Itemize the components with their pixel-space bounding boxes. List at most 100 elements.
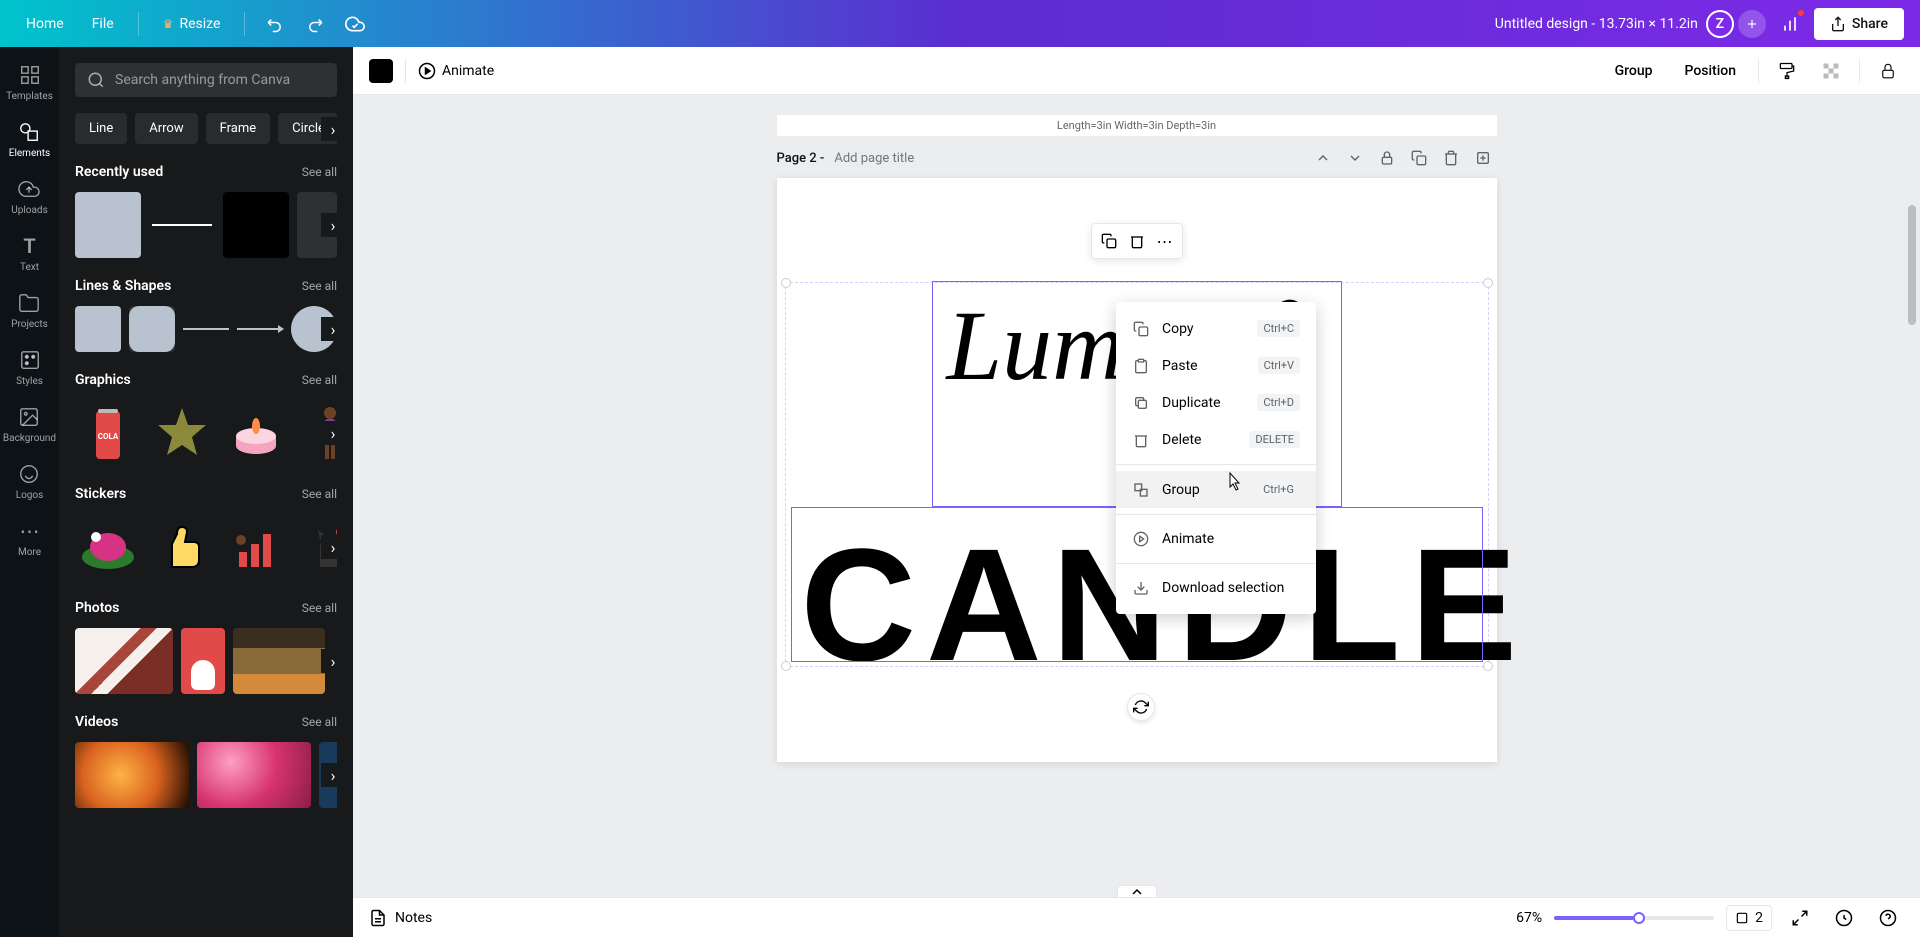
zoom-thumb[interactable] bbox=[1633, 912, 1645, 924]
video-thumb[interactable] bbox=[75, 742, 189, 808]
see-all-link[interactable]: See all bbox=[302, 165, 337, 179]
see-all-link[interactable]: See all bbox=[302, 373, 337, 387]
resize-button[interactable]: ♛ Resize bbox=[153, 8, 231, 40]
photo-thumb[interactable] bbox=[233, 628, 325, 694]
rail-text[interactable]: T Text bbox=[18, 234, 42, 273]
animate-button[interactable]: Animate bbox=[418, 62, 494, 80]
fullscreen-button[interactable] bbox=[1784, 902, 1816, 934]
position-button[interactable]: Position bbox=[1674, 57, 1746, 85]
present-button[interactable] bbox=[1828, 902, 1860, 934]
ctx-paste[interactable]: Paste Ctrl+V bbox=[1116, 347, 1316, 384]
notes-button[interactable]: Notes bbox=[369, 909, 432, 927]
chip-frame[interactable]: Frame bbox=[206, 113, 271, 144]
page-indicator[interactable]: 2 bbox=[1726, 905, 1772, 931]
rail-templates[interactable]: Templates bbox=[6, 63, 53, 102]
top-bar: Home File ♛ Resize Untitled design - 13.… bbox=[0, 0, 1920, 47]
copy-style-button[interactable] bbox=[1771, 55, 1803, 87]
page-lock-button[interactable] bbox=[1373, 144, 1401, 172]
zoom-value[interactable]: 67% bbox=[1516, 910, 1542, 926]
rail-projects[interactable]: Projects bbox=[11, 291, 48, 330]
page-panel-expand[interactable] bbox=[1117, 885, 1157, 897]
graphic-cola-can[interactable]: COLA bbox=[75, 400, 141, 466]
ctx-group[interactable]: Group Ctrl+G bbox=[1116, 471, 1316, 508]
video-thumb[interactable] bbox=[197, 742, 311, 808]
page-up-button[interactable] bbox=[1309, 144, 1337, 172]
photo-thumb[interactable] bbox=[75, 628, 173, 694]
search-box[interactable] bbox=[75, 63, 337, 97]
page-duplicate-button[interactable] bbox=[1405, 144, 1433, 172]
rail-logos[interactable]: Logos bbox=[16, 462, 44, 501]
graphic-star[interactable] bbox=[149, 400, 215, 466]
row-scroll-right[interactable]: › bbox=[321, 421, 337, 445]
dimensions-text: Length=3in Width=3in Depth=3in bbox=[777, 115, 1497, 136]
row-scroll-right[interactable]: › bbox=[321, 535, 337, 559]
page-down-button[interactable] bbox=[1341, 144, 1369, 172]
ctx-duplicate[interactable]: Duplicate Ctrl+D bbox=[1116, 384, 1316, 421]
page-add-button[interactable] bbox=[1469, 144, 1497, 172]
sticker-thumbs-up[interactable] bbox=[149, 514, 215, 580]
zoom-slider[interactable] bbox=[1554, 916, 1714, 920]
shape-square[interactable] bbox=[75, 306, 121, 352]
element-thumb[interactable] bbox=[223, 192, 289, 258]
float-delete-button[interactable] bbox=[1124, 228, 1150, 254]
element-thumb[interactable] bbox=[149, 192, 215, 258]
see-all-link[interactable]: See all bbox=[302, 715, 337, 729]
ctx-delete[interactable]: Delete DELETE bbox=[1116, 421, 1316, 458]
group-button[interactable]: Group bbox=[1605, 57, 1663, 85]
rotate-handle[interactable] bbox=[1127, 693, 1155, 721]
page-delete-button[interactable] bbox=[1437, 144, 1465, 172]
lock-button[interactable] bbox=[1872, 55, 1904, 87]
user-avatar[interactable]: Z bbox=[1706, 10, 1734, 38]
add-collaborator-button[interactable] bbox=[1738, 10, 1766, 38]
selection-handle[interactable] bbox=[781, 278, 791, 288]
ctx-download[interactable]: Download selection bbox=[1116, 570, 1316, 606]
shape-arrow[interactable] bbox=[237, 306, 283, 352]
items-row: COLA › bbox=[75, 400, 337, 466]
design-title[interactable]: Untitled design - 13.73in × 11.2in bbox=[1495, 16, 1698, 32]
home-button[interactable]: Home bbox=[16, 8, 74, 40]
trash-icon bbox=[1443, 150, 1459, 166]
rail-styles[interactable]: Styles bbox=[16, 348, 43, 387]
row-scroll-right[interactable]: › bbox=[321, 317, 337, 341]
sticker-turkey[interactable] bbox=[75, 514, 141, 580]
ctx-copy[interactable]: Copy Ctrl+C bbox=[1116, 310, 1316, 347]
selection-handle[interactable] bbox=[781, 661, 791, 671]
see-all-link[interactable]: See all bbox=[302, 279, 337, 293]
cloud-sync-button[interactable] bbox=[339, 8, 371, 40]
selection-handle[interactable] bbox=[1483, 278, 1493, 288]
element-thumb[interactable] bbox=[75, 192, 141, 258]
rail-uploads[interactable]: Uploads bbox=[11, 177, 47, 216]
row-scroll-right[interactable]: › bbox=[321, 213, 337, 237]
chip-line[interactable]: Line bbox=[75, 113, 127, 144]
graphic-candle[interactable] bbox=[223, 400, 289, 466]
see-all-link[interactable]: See all bbox=[302, 487, 337, 501]
search-input[interactable] bbox=[115, 72, 325, 88]
file-button[interactable]: File bbox=[82, 8, 124, 40]
scrollbar-thumb[interactable] bbox=[1908, 205, 1916, 325]
rail-elements[interactable]: Elements bbox=[9, 120, 50, 159]
color-swatch[interactable] bbox=[369, 59, 393, 83]
float-duplicate-button[interactable] bbox=[1096, 228, 1122, 254]
redo-button[interactable] bbox=[299, 8, 331, 40]
insights-button[interactable] bbox=[1774, 8, 1806, 40]
photo-thumb[interactable] bbox=[181, 628, 225, 694]
help-button[interactable] bbox=[1872, 902, 1904, 934]
rail-more[interactable]: ⋯ More bbox=[18, 519, 42, 558]
undo-button[interactable] bbox=[259, 8, 291, 40]
chip-arrow[interactable]: Arrow bbox=[135, 113, 197, 144]
shape-rounded-square[interactable] bbox=[129, 306, 175, 352]
ctx-label: Animate bbox=[1162, 531, 1300, 547]
shape-line[interactable] bbox=[183, 306, 229, 352]
share-button[interactable]: Share bbox=[1814, 8, 1904, 40]
vertical-scrollbar[interactable] bbox=[1908, 145, 1918, 887]
row-scroll-right[interactable]: › bbox=[321, 649, 337, 673]
row-scroll-right[interactable]: › bbox=[321, 763, 337, 787]
sticker-bar-chart[interactable] bbox=[223, 514, 289, 580]
page-title-input[interactable] bbox=[834, 151, 1298, 166]
float-more-button[interactable]: ⋯ bbox=[1152, 228, 1178, 254]
transparency-button[interactable] bbox=[1815, 55, 1847, 87]
chips-scroll-right[interactable]: › bbox=[321, 117, 337, 141]
rail-background[interactable]: Background bbox=[3, 405, 56, 444]
ctx-animate[interactable]: Animate bbox=[1116, 521, 1316, 557]
see-all-link[interactable]: See all bbox=[302, 601, 337, 615]
